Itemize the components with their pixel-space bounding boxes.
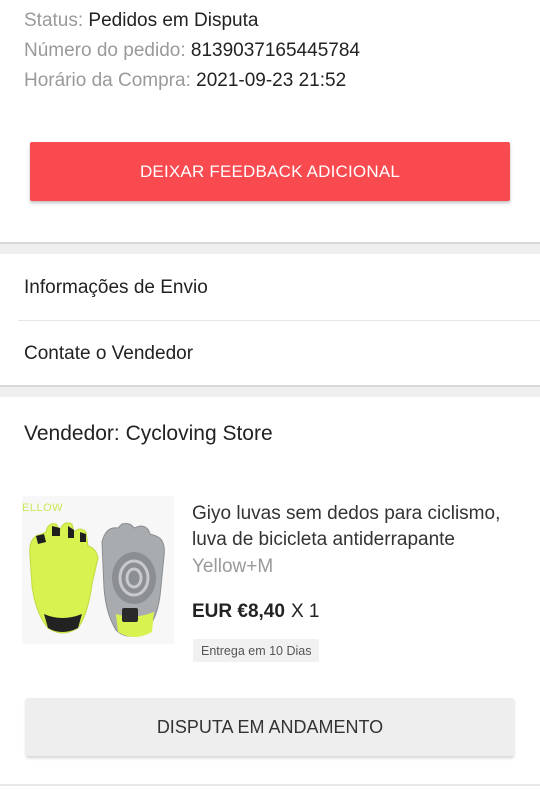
product-quantity: X 1 [290,601,320,622]
status-row: Status: Pedidos em Disputa [24,6,360,36]
status-label: Status: [24,10,89,31]
price-line: EUR €8,40 X 1 [192,601,319,623]
leave-feedback-button[interactable]: DEIXAR FEEDBACK ADICIONAL [30,142,510,201]
bottom-divider [0,784,540,786]
gloves-illustration [29,522,165,637]
delivery-badge: Entrega em 10 Dias [193,639,320,662]
section-divider [0,242,540,254]
contact-seller-item[interactable]: Contate o Vendedor [0,321,540,387]
product-title[interactable]: Giyo luvas sem dedos para ciclismo, luva… [192,501,520,553]
order-number-label: Número do pedido: [24,40,191,61]
status-value: Pedidos em Disputa [88,10,259,31]
seller-name[interactable]: Vendedor: Cycloving Store [24,422,273,446]
contact-seller-label: Contate o Vendedor [24,343,194,364]
order-info: Status: Pedidos em Disputa Número do ped… [24,6,360,96]
purchase-time-row: Horário da Compra: 2021-09-23 21:52 [24,66,360,96]
dispute-in-progress-button[interactable]: DISPUTA EM ANDAMENTO [26,698,514,756]
shipping-info-item[interactable]: Informações de Envio [0,255,540,321]
product-image-text: ELLOW [22,502,64,514]
order-number-value[interactable]: 8139037165445784 [191,40,360,61]
product-variant: Yellow+M [192,556,274,577]
order-number-row: Número do pedido: 8139037165445784 [24,36,360,66]
section-divider [0,385,540,397]
purchase-time-label: Horário da Compra: [24,70,197,91]
product-price: EUR €8,40 [192,601,285,622]
shipping-info-label: Informações de Envio [24,277,208,298]
right-glove-tab [122,608,138,622]
purchase-time-value: 2021-09-23 21:52 [196,70,347,91]
product-image[interactable]: ELLOW [22,496,174,644]
